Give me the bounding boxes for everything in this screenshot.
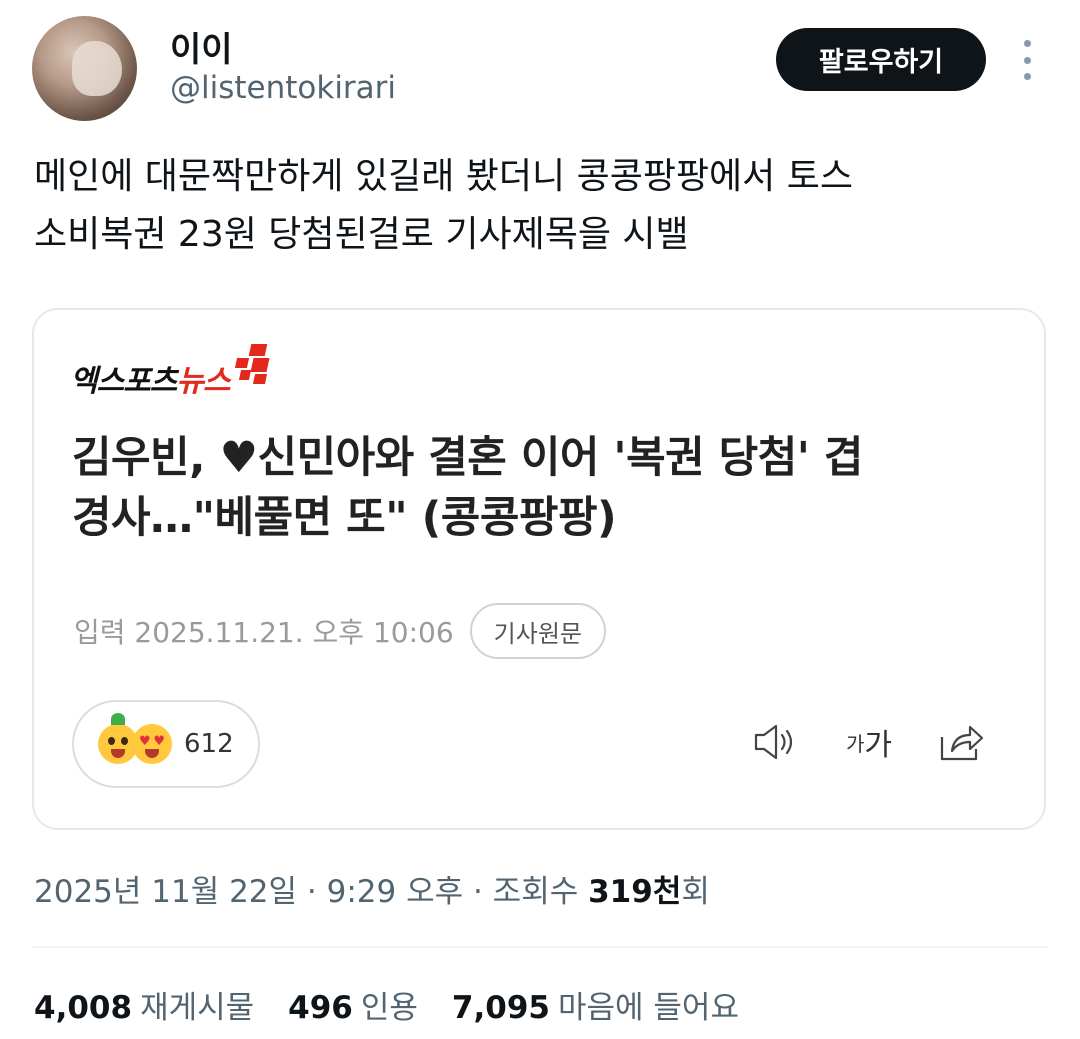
article-headline[interactable]: 김우빈, ♥신민아와 결혼 이어 '복권 당첨' 겹 경사…"베풀면 또" (콩… [72,428,1032,548]
divider [32,946,1048,948]
logo-squares-icon [234,344,278,384]
author-handle[interactable]: @listentokirari [170,70,396,106]
tweet-line: 소비복권 23원 당첨된걸로 기사제목을 시밸 [34,214,689,255]
follow-button[interactable]: 팔로우하기 [776,28,986,91]
font-size-icon[interactable]: 가가 [846,720,892,764]
share-icon[interactable] [938,721,986,763]
reaction-button[interactable]: ♥ ♥ 612 [72,700,260,788]
view-count: 319천 [588,874,682,910]
tweet-timestamp: 2025년 11월 22일 · 9:29 오후 · 조회수 319천회 [34,874,710,910]
reaction-count: 612 [184,729,234,759]
reposts-stat[interactable]: 4,008 재게시물 [34,982,254,1027]
original-article-button[interactable]: 기사원문 [469,603,606,659]
quotes-stat[interactable]: 496 인용 [288,982,418,1027]
news-logo: 엑스포츠 뉴스 [70,344,278,400]
published-date: 입력 2025.11.21. 오후 10:06 [74,616,454,649]
article-tools: 가가 [706,720,986,764]
more-vert-icon[interactable] [1012,40,1042,80]
author-display-name[interactable]: 이이 [170,22,233,71]
speaker-icon[interactable] [752,722,800,762]
tweet-text: 메인에 대문짝만하게 있길래 봤더니 콩콩팡팡에서 토스 소비복권 23원 당첨… [34,148,1044,264]
article-card[interactable]: 엑스포츠 뉴스 김우빈, ♥신민아와 결혼 이어 '복권 당첨' 겹 경사…"베… [32,308,1046,830]
tweet-line: 메인에 대문짝만하게 있길래 봤더니 콩콩팡팡에서 토스 [34,156,853,197]
engagement-stats: 4,008 재게시물 496 인용 7,095 마음에 들어요 [34,982,773,1027]
likes-stat[interactable]: 7,095 마음에 들어요 [452,982,739,1027]
article-meta: 입력 2025.11.21. 오후 10:06 기사원문 [74,603,606,659]
heart-eyes-emoji-icon: ♥ ♥ [132,724,172,764]
author-avatar[interactable] [32,16,137,121]
